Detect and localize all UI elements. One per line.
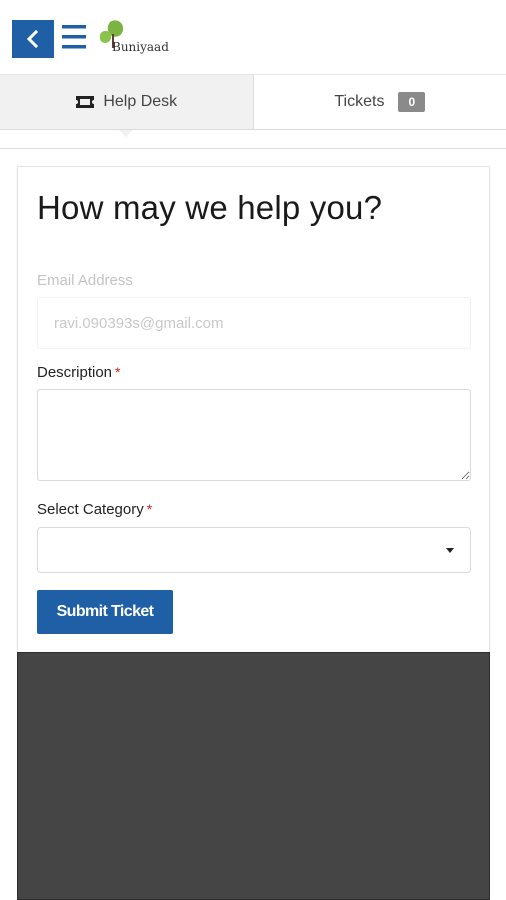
dark-content-area (17, 652, 490, 900)
email-label: Email Address (37, 272, 133, 289)
help-form-card: How may we help you? Email Address Descr… (17, 166, 490, 656)
email-field[interactable] (37, 297, 471, 349)
tab-tickets[interactable]: Tickets 0 (254, 75, 506, 129)
caret-down-icon (446, 548, 454, 553)
back-button[interactable] (12, 20, 54, 58)
description-field[interactable] (37, 389, 471, 481)
tab-bar: Help Desk Tickets 0 (0, 74, 506, 137)
category-select[interactable] (37, 527, 471, 573)
menu-button[interactable] (60, 22, 88, 52)
top-bar: Buniyaad (0, 0, 506, 74)
brand-name: Buniyaad (112, 40, 169, 54)
tab-tickets-label: Tickets (334, 93, 385, 110)
submit-ticket-button[interactable]: Submit Ticket (37, 590, 173, 634)
tab-help-desk[interactable]: Help Desk (0, 75, 254, 137)
required-asterisk: * (115, 364, 121, 380)
tab-help-desk-label: Help Desk (103, 93, 178, 110)
page-title: How may we help you? (37, 189, 383, 226)
ticket-icon (75, 95, 96, 109)
description-label-text: Description (37, 364, 113, 381)
category-label: Select Category * (37, 501, 152, 518)
divider (0, 148, 506, 149)
required-asterisk: * (146, 501, 153, 517)
description-label: Description * (37, 364, 120, 381)
tickets-count-badge: 0 (398, 92, 426, 112)
chevron-left-icon (26, 30, 39, 48)
category-label-text: Select Category (37, 501, 144, 518)
hamburger-menu-icon (62, 25, 86, 49)
